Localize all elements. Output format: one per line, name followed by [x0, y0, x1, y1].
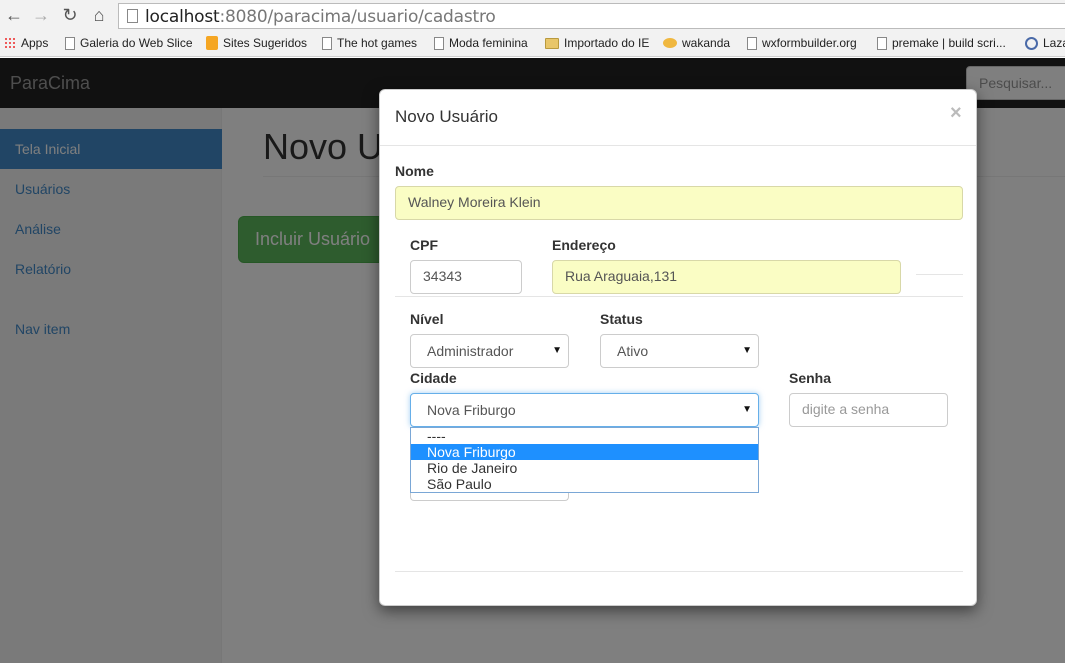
- reload-icon[interactable]: ↻: [60, 5, 80, 25]
- modal-title: Novo Usuário: [395, 107, 498, 126]
- bookmark-item[interactable]: Galeria do Web Slice: [65, 36, 193, 50]
- apps-icon: [4, 37, 16, 49]
- gear-icon: [1025, 36, 1038, 50]
- page-icon: [434, 36, 444, 50]
- suggested-sites-icon: [206, 36, 218, 50]
- browser-toolbar: ← → ↻ ⌂ localhost:8080/paracima/usuario/…: [0, 0, 1065, 32]
- nome-field[interactable]: Walney Moreira Klein: [395, 186, 963, 220]
- page-icon: [322, 36, 332, 50]
- close-icon[interactable]: ×: [950, 102, 962, 125]
- page-icon: [747, 36, 757, 50]
- status-select[interactable]: Ativo ▼: [600, 334, 759, 368]
- folder-icon: [545, 37, 559, 49]
- page-icon: [65, 36, 75, 50]
- chevron-down-icon: ▼: [742, 345, 752, 356]
- endereco-label: Endereço: [552, 237, 616, 253]
- cidade-option[interactable]: ----: [411, 428, 758, 444]
- address-bar[interactable]: localhost:8080/paracima/usuario/cadastro: [118, 3, 1065, 29]
- nome-label: Nome: [395, 163, 434, 179]
- bookmarks-bar: Apps Galeria do Web Slice Sites Sugerido…: [0, 32, 1065, 57]
- cidade-value: Nova Friburgo: [427, 402, 516, 418]
- page-icon: [127, 9, 138, 23]
- bookmark-folder[interactable]: Importado do IE: [545, 36, 649, 50]
- bookmark-apps[interactable]: Apps: [4, 36, 48, 50]
- home-icon[interactable]: ⌂: [89, 5, 109, 25]
- bookmark-item[interactable]: premake | build scri...: [877, 36, 1006, 50]
- cidade-option-selected[interactable]: Nova Friburgo: [411, 444, 758, 460]
- url-text: localhost:8080/paracima/usuario/cadastro: [145, 7, 496, 27]
- forward-icon[interactable]: →: [31, 5, 51, 25]
- divider: [380, 145, 976, 146]
- divider: [395, 296, 963, 297]
- bookmark-item[interactable]: Moda feminina: [434, 36, 528, 50]
- page-icon: [877, 36, 887, 50]
- cidade-option[interactable]: São Paulo: [411, 476, 758, 492]
- cpf-field[interactable]: 34343: [410, 260, 522, 294]
- nivel-label: Nível: [410, 311, 444, 327]
- bookmark-item[interactable]: Laza: [1025, 36, 1065, 50]
- nivel-value: Administrador: [427, 343, 514, 359]
- chevron-down-icon: ▼: [552, 345, 562, 356]
- cpf-label: CPF: [410, 237, 438, 253]
- divider: [395, 571, 963, 572]
- bookmark-item[interactable]: Sites Sugeridos: [206, 36, 307, 50]
- back-icon[interactable]: ←: [4, 5, 24, 25]
- handshake-icon: [663, 38, 677, 48]
- cidade-option[interactable]: Rio de Janeiro: [411, 460, 758, 476]
- senha-label: Senha: [789, 370, 832, 386]
- cidade-label: Cidade: [410, 370, 457, 386]
- nivel-select[interactable]: Administrador ▼: [410, 334, 569, 368]
- senha-field[interactable]: digite a senha: [789, 393, 948, 427]
- bookmark-item[interactable]: The hot games: [322, 36, 417, 50]
- bookmark-item[interactable]: wxformbuilder.org: [747, 36, 857, 50]
- divider: [916, 274, 963, 275]
- status-value: Ativo: [617, 343, 649, 359]
- novo-usuario-modal: Novo Usuário × Nome Walney Moreira Klein…: [379, 89, 977, 606]
- status-label: Status: [600, 311, 643, 327]
- cidade-select[interactable]: Nova Friburgo ▼: [410, 393, 759, 427]
- chevron-down-icon: ▼: [742, 404, 752, 415]
- endereco-field[interactable]: Rua Araguaia,131: [552, 260, 901, 294]
- bookmark-item[interactable]: wakanda: [663, 36, 730, 50]
- cidade-dropdown-list: ---- Nova Friburgo Rio de Janeiro São Pa…: [410, 427, 759, 493]
